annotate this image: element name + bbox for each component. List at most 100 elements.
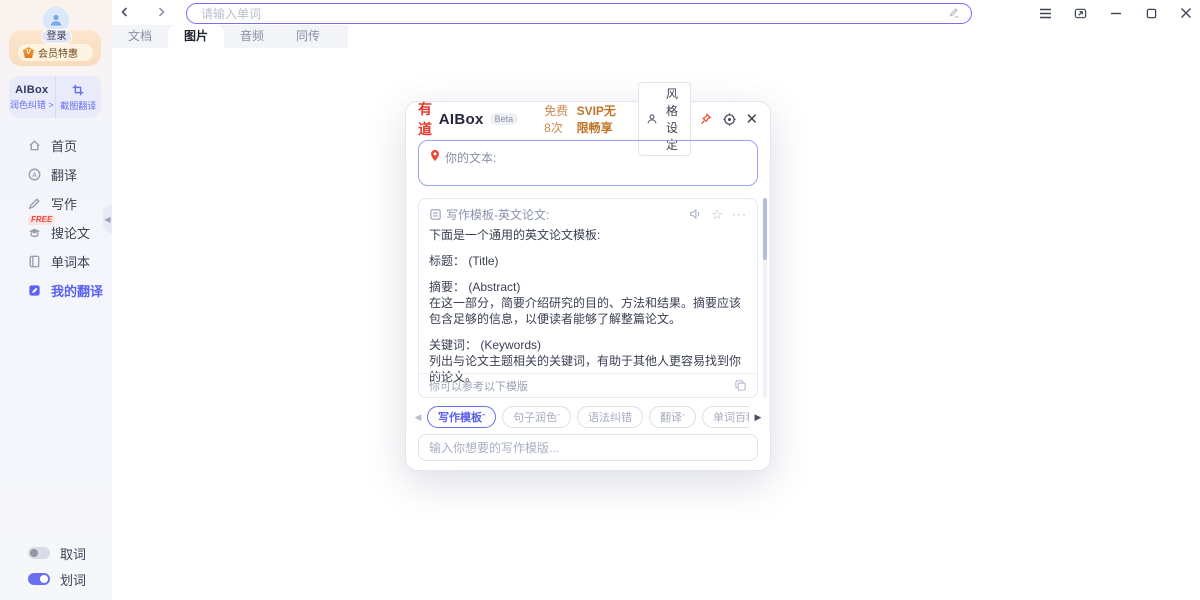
- screenshot-translate-button[interactable]: 截图翻译: [55, 76, 102, 118]
- login-button[interactable]: 登录: [41, 29, 72, 44]
- word-capture-toggle[interactable]: [28, 547, 50, 559]
- chevron-left-icon: ◀: [104, 215, 110, 224]
- home-icon: [27, 138, 42, 153]
- chip-translate[interactable]: 翻译ˆ: [649, 406, 696, 428]
- sidebar-item-translate[interactable]: A 翻译: [0, 160, 112, 189]
- aibox-dialog: 有道 AIBox Beta 免费8次 SVIP无限畅享 风格设定 ✕ 你的文本:: [405, 101, 771, 471]
- star-icon[interactable]: ☆: [711, 208, 723, 221]
- chip-label: 翻译: [660, 412, 682, 424]
- close-icon: [1180, 7, 1192, 19]
- pencil-icon[interactable]: [947, 6, 961, 20]
- result-line: [429, 269, 747, 279]
- sidebar-item-label: 翻译: [51, 165, 77, 184]
- member-offer-label: 会员特惠: [38, 45, 78, 60]
- more-options-icon[interactable]: ···: [732, 208, 747, 220]
- chips-scroll-right-icon[interactable]: ▶: [754, 412, 762, 423]
- hamburger-menu-icon: [1039, 8, 1052, 19]
- sidebar-item-writing[interactable]: 写作: [0, 189, 112, 218]
- beta-badge: Beta: [490, 113, 519, 125]
- speaker-icon[interactable]: [688, 207, 702, 221]
- tab-interpretation[interactable]: 同传: [280, 25, 336, 48]
- aibox-dialog-header: 有道 AIBox Beta 免费8次 SVIP无限畅享 风格设定 ✕: [406, 102, 770, 136]
- result-line: 关键词： (Keywords): [429, 337, 747, 353]
- book-icon: [27, 254, 42, 269]
- result-line: 在这一部分，简要介绍研究的目的、方法和结果。摘要应该包含足够的信息，以便读者能够…: [429, 295, 747, 327]
- sidebar-item-label: 我的翻译: [51, 281, 103, 300]
- sidebar-item-label: 首页: [51, 136, 77, 155]
- tab-image[interactable]: 图片: [168, 25, 224, 48]
- sidebar-item-label: 搜论文: [51, 223, 90, 242]
- sidebar-item-my-translations[interactable]: 我的翻译: [0, 276, 112, 305]
- word-capture-toggle-row: 取词: [0, 540, 112, 566]
- maximize-button[interactable]: [1142, 4, 1160, 22]
- copy-icon[interactable]: [734, 379, 747, 392]
- app-menu-button[interactable]: [1036, 4, 1054, 22]
- chip-label: 句子润色: [513, 412, 557, 424]
- forward-button[interactable]: [152, 3, 170, 21]
- chip-sentence-polish[interactable]: 句子润色ˆ: [502, 406, 571, 428]
- template-doc-icon: [429, 208, 442, 221]
- result-footer: 你可以参考以下模版: [419, 373, 757, 397]
- sidebar: 登录 V 会员特惠 AIBox 润色纠错 > 截图翻译 首页 A 翻译: [0, 0, 112, 600]
- result-line: 摘要： (Abstract): [429, 279, 747, 295]
- mode-chips-row: ◀ 写作模板ˆ 句子润色ˆ 语法纠错 翻译ˆ 单词百科 论文去 ▶: [414, 406, 762, 428]
- graduation-cap-icon: [27, 225, 42, 240]
- tab-document[interactable]: 文档: [112, 25, 168, 48]
- aibox-logo: AIBox: [15, 84, 48, 96]
- back-button[interactable]: [116, 3, 134, 21]
- vip-badge-icon: V: [23, 47, 34, 58]
- result-footer-hint: 你可以参考以下模版: [429, 378, 528, 394]
- location-pin-icon: [429, 149, 441, 162]
- youdao-logo: 有道: [418, 99, 435, 139]
- sidebar-toggles: 取词 划词: [0, 540, 112, 592]
- search-input[interactable]: [186, 3, 972, 24]
- word-select-label: 划词: [60, 570, 86, 589]
- chip-label: 单词百科: [713, 412, 749, 424]
- free-count-label: 免费8次: [544, 102, 568, 136]
- word-select-toggle-row: 划词: [0, 566, 112, 592]
- result-line: 下面是一个通用的英文论文模板:: [429, 227, 747, 243]
- sidebar-item-wordbook[interactable]: 单词本: [0, 247, 112, 276]
- aibox-polish-label: 润色纠错 >: [10, 98, 54, 111]
- result-header: 写作模板-英文论文: ☆ ···: [419, 199, 757, 223]
- word-capture-label: 取词: [60, 544, 86, 563]
- member-offer-button[interactable]: V 会员特惠: [18, 44, 93, 61]
- crop-icon: [71, 83, 85, 97]
- mini-window-button[interactable]: [1071, 4, 1089, 22]
- minimize-button[interactable]: [1107, 4, 1125, 22]
- result-line: [429, 327, 747, 337]
- dialog-scrollbar-thumb[interactable]: [763, 198, 767, 260]
- aibox-title: AIBox: [439, 111, 484, 128]
- pen-icon: [27, 196, 42, 211]
- chevron-up-icon: ˆ: [682, 413, 685, 423]
- free-badge: FREE: [28, 215, 55, 225]
- chip-grammar-check[interactable]: 语法纠错: [577, 406, 643, 428]
- sidebar-item-paper-search[interactable]: FREE 搜论文: [0, 218, 112, 247]
- sidebar-item-home[interactable]: 首页: [0, 131, 112, 160]
- sidebar-item-label: 单词本: [51, 252, 90, 271]
- close-dialog-icon[interactable]: ✕: [745, 110, 758, 128]
- chips-scroll-left-icon[interactable]: ◀: [414, 412, 422, 423]
- result-line: [429, 243, 747, 253]
- gear-icon[interactable]: [722, 110, 737, 128]
- pin-icon[interactable]: [699, 110, 714, 128]
- chips-strip: 写作模板ˆ 句子润色ˆ 语法纠错 翻译ˆ 单词百科 论文去: [427, 406, 749, 428]
- chip-writing-template[interactable]: 写作模板ˆ: [427, 406, 496, 428]
- your-text-input[interactable]: 你的文本:: [418, 140, 758, 186]
- promo-area: 免费8次 SVIP无限畅享: [544, 102, 620, 136]
- chip-word-encyclopedia[interactable]: 单词百科: [702, 406, 749, 428]
- word-select-toggle[interactable]: [28, 573, 50, 585]
- chip-label: 语法纠错: [588, 412, 632, 424]
- toggle-knob: [30, 549, 38, 557]
- svip-promo-link[interactable]: SVIP无限畅享: [577, 102, 620, 136]
- result-actions: ☆ ···: [688, 207, 747, 221]
- chevron-up-icon: ˆ: [557, 413, 560, 423]
- person-icon: [646, 113, 658, 125]
- aibox-polish-button[interactable]: AIBox 润色纠错 >: [9, 76, 55, 118]
- result-body: 下面是一个通用的英文论文模板: 标题： (Title) 摘要： (Abstrac…: [419, 223, 757, 385]
- sidebar-collapse-handle[interactable]: ◀: [103, 205, 112, 233]
- aibox-shortcut-card: AIBox 润色纠错 > 截图翻译: [9, 76, 101, 118]
- close-window-button[interactable]: [1177, 4, 1195, 22]
- template-request-input[interactable]: [418, 434, 758, 461]
- tab-audio[interactable]: 音频: [224, 25, 280, 48]
